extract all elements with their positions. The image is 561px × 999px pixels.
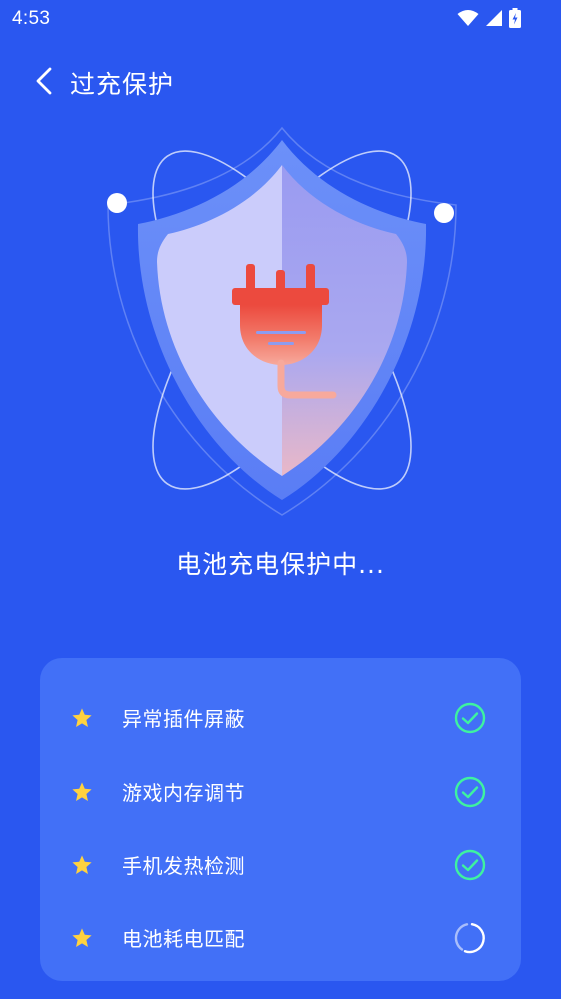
back-button[interactable]: [30, 63, 60, 99]
list-item: 游戏内存调节: [40, 755, 521, 828]
check-circle-icon: [454, 702, 486, 734]
chevron-left-icon: [36, 67, 52, 95]
star-icon: [72, 708, 92, 727]
status-icons: [457, 8, 521, 28]
star-icon: [72, 855, 92, 874]
cellular-signal-icon: [486, 10, 502, 26]
header: 过充保护: [0, 55, 561, 111]
star-icon: [72, 782, 92, 801]
page-title: 过充保护: [70, 70, 175, 99]
list-item: 异常插件屏蔽: [40, 681, 521, 754]
shield-illustration: [0, 110, 561, 530]
check-circle-icon: [454, 776, 486, 808]
loading-spinner-icon: [454, 923, 485, 954]
star-icon: [72, 928, 92, 947]
item-label: 手机发热检测: [122, 854, 245, 878]
list-item: 电池耗电匹配: [40, 901, 521, 974]
item-label: 异常插件屏蔽: [122, 707, 245, 731]
status-bar: 4:53: [0, 0, 561, 40]
orbit-dot-right: [434, 203, 454, 223]
orbit-dot-left: [107, 193, 127, 213]
status-time: 4:53: [12, 8, 51, 29]
battery-charging-icon: [509, 8, 521, 28]
check-circle-icon: [454, 849, 486, 881]
wifi-icon: [457, 10, 479, 26]
checklist-card: 异常插件屏蔽 游戏内存调节 手机发热检测 电池耗电匹配: [40, 658, 521, 981]
protection-status-text: 电池充电保护中...: [176, 550, 385, 579]
list-item: 手机发热检测: [40, 828, 521, 901]
item-label: 电池耗电匹配: [122, 927, 245, 951]
item-label: 游戏内存调节: [122, 781, 245, 805]
